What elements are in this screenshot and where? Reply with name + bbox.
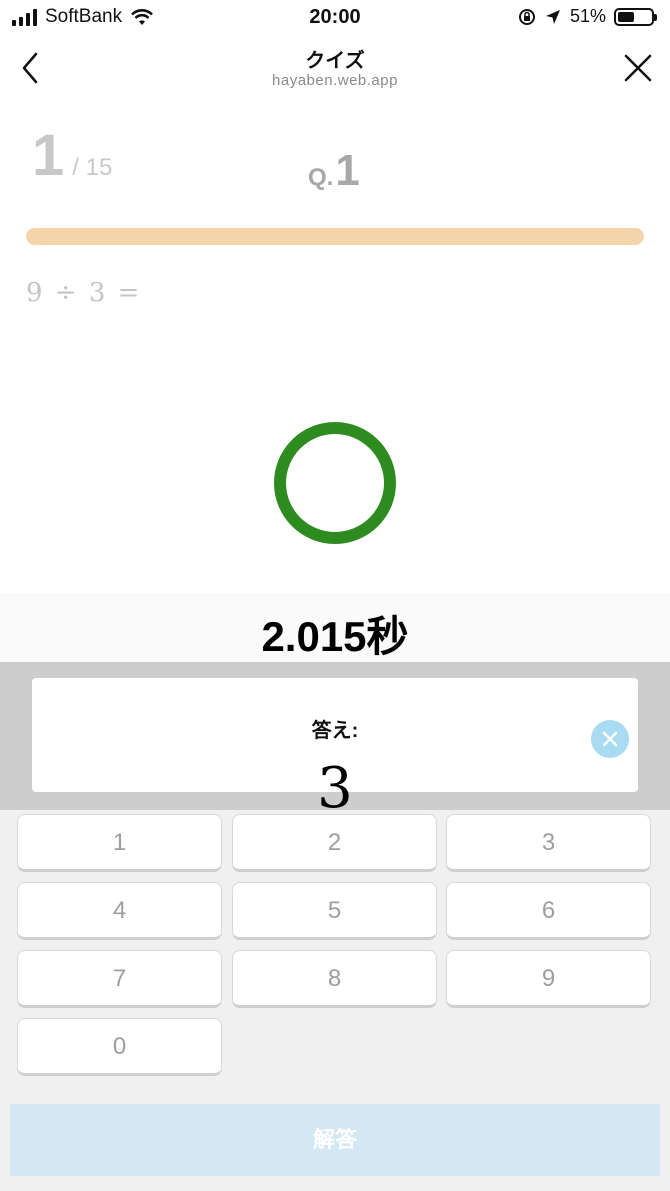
- key-4[interactable]: 4: [17, 882, 222, 940]
- key-6[interactable]: 6: [446, 882, 651, 940]
- current-question-number: 1: [32, 123, 65, 188]
- location-icon: [545, 9, 560, 24]
- battery-icon: [614, 7, 657, 26]
- key-0[interactable]: 0: [17, 1018, 222, 1076]
- page-title: クイズ: [305, 50, 365, 72]
- key-5[interactable]: 5: [232, 882, 437, 940]
- answer-label: 答え:: [311, 720, 359, 742]
- battery-fill: [618, 11, 635, 22]
- key-7[interactable]: 7: [17, 950, 222, 1008]
- page-url: hayaben.web.app: [272, 72, 398, 89]
- timer-band: 2.015秒: [0, 593, 670, 662]
- total-questions: / 15: [72, 154, 113, 181]
- key-3[interactable]: 3: [446, 814, 651, 872]
- answer-panel: 答え: 3: [0, 662, 670, 821]
- question-counter: 1 / 15: [32, 122, 112, 189]
- progress-bar: [26, 228, 644, 245]
- status-right: 51%: [518, 6, 657, 27]
- clear-icon[interactable]: [591, 720, 629, 758]
- question-label: Q. 1: [308, 146, 360, 196]
- battery-percent: 51%: [569, 6, 606, 26]
- quiz-area: 1 / 15 Q. 1 9 ÷ 3 =: [0, 100, 670, 593]
- elapsed-timer: 2.015秒: [261, 613, 409, 660]
- submit-answer-button[interactable]: 解答: [10, 1104, 660, 1176]
- question-text: 9 ÷ 3 =: [26, 278, 142, 308]
- key-1[interactable]: 1: [17, 814, 222, 872]
- progress-fill: [26, 228, 644, 245]
- app-header: クイズ hayaben.web.app: [0, 36, 670, 100]
- status-bar: SoftBank 20:00 51%: [0, 0, 670, 36]
- question-number: 1: [335, 146, 360, 195]
- key-9[interactable]: 9: [446, 950, 651, 1008]
- correct-circle-icon: [274, 422, 396, 544]
- key-2[interactable]: 2: [232, 814, 437, 872]
- number-keypad: 1 2 3 4 5 6 7 8 9 0 解答: [0, 810, 670, 1191]
- close-icon[interactable]: [618, 48, 658, 88]
- question-prefix: Q.: [308, 164, 334, 191]
- orientation-lock-icon: [518, 8, 535, 25]
- key-8[interactable]: 8: [232, 950, 437, 1008]
